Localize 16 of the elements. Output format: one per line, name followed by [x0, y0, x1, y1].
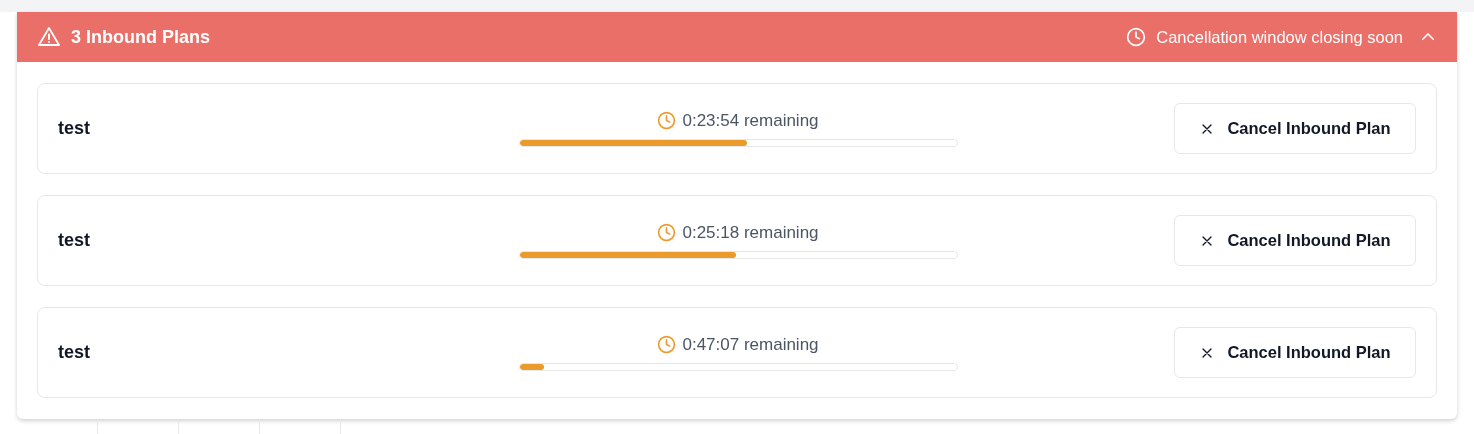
clock-icon	[657, 111, 677, 130]
cancel-button[interactable]: Cancel Inbound Plan	[1174, 103, 1416, 154]
banner-notice: Cancellation window closing soon	[1156, 27, 1403, 47]
time-remaining: 0:23:54 remaining	[682, 110, 819, 131]
clock-icon	[1126, 27, 1147, 47]
time-remaining: 0:47:07 remaining	[682, 334, 819, 355]
cancel-button[interactable]: Cancel Inbound Plan	[1174, 215, 1416, 266]
cancel-button[interactable]: Cancel Inbound Plan	[1174, 327, 1416, 378]
plan-name: test	[58, 342, 91, 363]
banner-title: 3 Inbound Plans	[71, 26, 210, 48]
plan-name: test	[58, 230, 91, 251]
clock-icon	[657, 223, 677, 242]
clock-icon	[657, 335, 677, 354]
time-remaining: 0:25:18 remaining	[682, 222, 819, 243]
plan-name: test	[58, 118, 91, 139]
warning-icon	[37, 25, 61, 49]
